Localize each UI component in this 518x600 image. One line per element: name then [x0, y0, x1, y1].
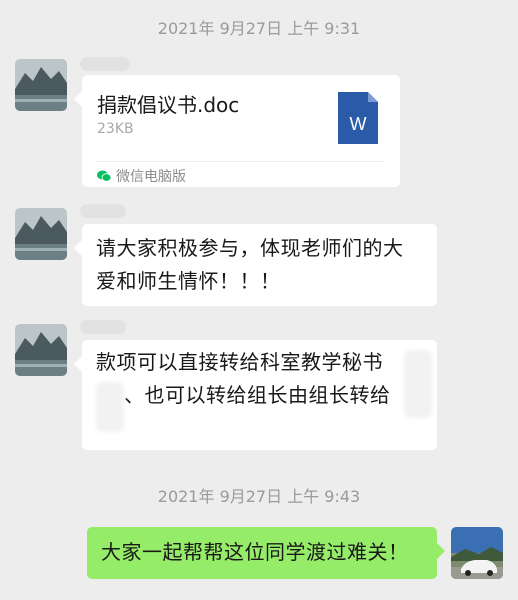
message-line: 请大家积极参与，体现老师们的大: [96, 236, 404, 260]
sender-avatar[interactable]: [15, 324, 67, 376]
svg-text:W: W: [350, 114, 367, 134]
sender-avatar[interactable]: [15, 208, 67, 260]
wechat-icon: [97, 170, 111, 182]
file-source: 微信电脑版: [97, 166, 186, 186]
message-line: 款项可以直接转给科室教学秘书: [96, 350, 383, 374]
text-message-bubble[interactable]: 款项可以直接转给科室教学秘书 、也可以转给组长由组长转给: [74, 340, 437, 450]
self-message-bubble[interactable]: 大家一起帮帮这位同学渡过难关！: [87, 527, 445, 579]
message-line: 爱和师生情怀！！！: [96, 269, 281, 293]
message-line: 、也可以转给组长由组长转给: [124, 383, 391, 407]
word-document-icon: W: [338, 92, 378, 144]
redacted-region: [96, 382, 124, 432]
timestamp: 2021年 9月27日 上午 9:43: [157, 487, 361, 506]
timestamp: 2021年 9月27日 上午 9:31: [157, 19, 361, 38]
file-source-label: 微信电脑版: [116, 169, 186, 185]
sender-name-redacted: [80, 204, 126, 218]
redacted-region: [404, 350, 432, 418]
file-size: 23KB: [97, 121, 134, 137]
message-text: 大家一起帮帮这位同学渡过难关！: [101, 540, 409, 564]
file-divider: [97, 161, 385, 162]
sender-name-redacted: [80, 57, 130, 71]
sender-name-redacted: [80, 320, 126, 334]
self-avatar[interactable]: [451, 527, 503, 579]
text-message-bubble[interactable]: 请大家积极参与，体现老师们的大 爱和师生情怀！！！: [74, 224, 437, 306]
sender-avatar[interactable]: [15, 59, 67, 111]
file-message-bubble[interactable]: 捐款倡议书.doc 23KB W 微信电脑版: [74, 75, 400, 187]
file-name: 捐款倡议书.doc: [97, 93, 240, 117]
